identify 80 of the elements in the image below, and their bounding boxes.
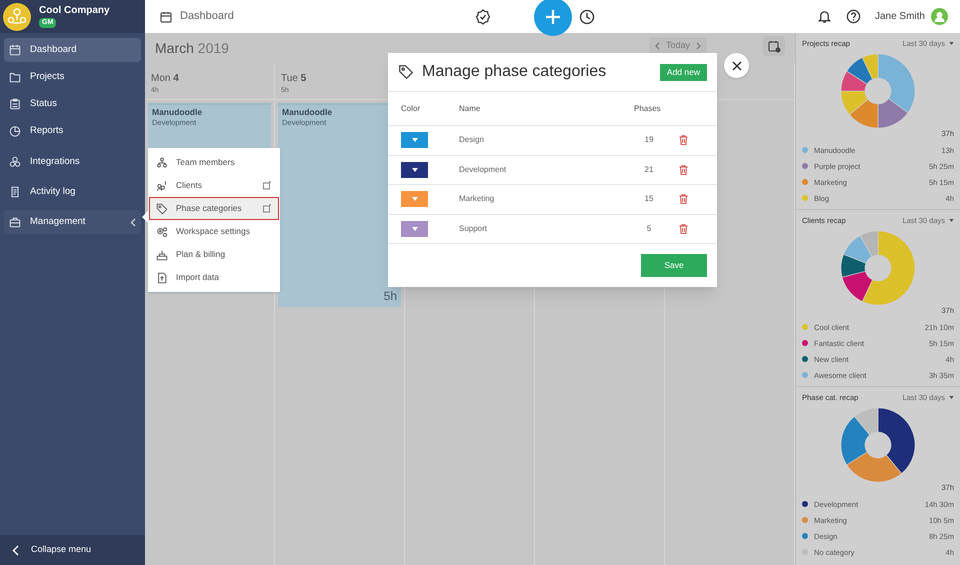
pie-chart-icon (9, 125, 21, 137)
event-project: Manudoodle (282, 107, 334, 118)
cubes-icon (9, 156, 21, 168)
color-picker[interactable] (401, 132, 428, 148)
color-picker[interactable] (401, 220, 428, 237)
tag-icon (156, 202, 168, 214)
menu-item[interactable]: Plan & billing (149, 243, 279, 266)
trash-icon[interactable] (679, 224, 688, 234)
calendar-settings-button[interactable] (763, 36, 785, 56)
month-title: March 2019 (155, 38, 229, 58)
tag-icon (398, 64, 414, 80)
caret-down-icon (949, 42, 954, 46)
document-icon (9, 186, 21, 198)
event-project: Manudoodle (152, 107, 204, 118)
column-header: Color (400, 102, 422, 114)
caret-down-icon (949, 219, 954, 222)
day-heading: Tue 5 (281, 73, 308, 86)
sidebar-item[interactable]: Dashboard (4, 38, 141, 62)
trash-icon[interactable] (679, 164, 688, 175)
menu-item[interactable]: Phase categories (149, 197, 279, 220)
sidebar-item[interactable]: Integrations (4, 150, 141, 174)
phase-count: 21 (644, 164, 654, 176)
color-picker[interactable] (401, 191, 428, 208)
clipboard-icon (9, 98, 21, 110)
avatar-icon[interactable] (931, 8, 948, 25)
menu-item[interactable]: Clients (149, 174, 279, 197)
modal-title: Manage phase categories (422, 62, 606, 82)
event-duration: 5h (384, 288, 397, 305)
category-name: Marketing (459, 193, 496, 206)
calendar-icon (160, 10, 172, 22)
caret-down-icon (412, 168, 418, 172)
people-icon (156, 156, 168, 168)
plus-icon (545, 9, 561, 25)
gears-icon (156, 226, 168, 238)
sidebar-item[interactable]: Reports (4, 119, 141, 143)
caret-down-icon (949, 396, 954, 400)
column-header: Name (459, 102, 482, 114)
chevron-right-icon (696, 42, 701, 50)
trash-icon[interactable] (679, 135, 688, 146)
menu-item[interactable]: Team members (149, 151, 279, 174)
chevron-left-icon (130, 218, 136, 226)
phase-count: 5 (646, 222, 652, 235)
color-picker[interactable] (401, 162, 428, 178)
menu-item[interactable]: Import data (149, 266, 279, 289)
sidebar-item[interactable]: Activity log (4, 180, 141, 204)
chevron-left-icon (12, 544, 19, 556)
file-upload-icon (156, 272, 168, 284)
trash-icon[interactable] (679, 194, 688, 204)
category-name: Support (459, 222, 488, 235)
menu-item[interactable]: Workspace settings (149, 220, 279, 243)
day-heading: Mon 4 (151, 73, 180, 86)
phase-count: 15 (644, 193, 654, 206)
caret-down-icon (412, 197, 418, 202)
category-name: Development (459, 164, 508, 176)
help-icon[interactable] (846, 9, 861, 24)
folder-icon (9, 71, 21, 83)
chevron-left-icon (654, 42, 660, 50)
external-window-icon (263, 181, 272, 190)
close-icon (732, 60, 742, 70)
calendar-icon (9, 44, 21, 56)
collapse-menu-button[interactable]: Collapse menu (0, 535, 145, 565)
caret-down-icon (412, 138, 418, 142)
category-name: Design (459, 134, 485, 146)
column-header: Phases (634, 102, 661, 114)
sidebar-item[interactable]: Status (4, 92, 141, 116)
page-title: Dashboard (180, 9, 234, 24)
check-badge-icon[interactable] (475, 8, 491, 24)
company-name: Cool Company (39, 5, 110, 18)
store-icon (156, 248, 168, 260)
external-window-icon (263, 204, 272, 213)
user-name[interactable]: Jane Smith (874, 9, 925, 24)
add-button[interactable] (534, 0, 572, 36)
bell-icon[interactable] (816, 9, 832, 24)
clock-icon[interactable] (579, 8, 595, 24)
phase-count: 19 (644, 134, 654, 146)
company-logo-icon (3, 2, 31, 30)
sidebar-item[interactable]: Projects (4, 65, 141, 89)
caret-down-icon (412, 226, 418, 231)
toolbox-icon (9, 216, 21, 228)
sidebar-item[interactable]: Management (4, 210, 141, 234)
